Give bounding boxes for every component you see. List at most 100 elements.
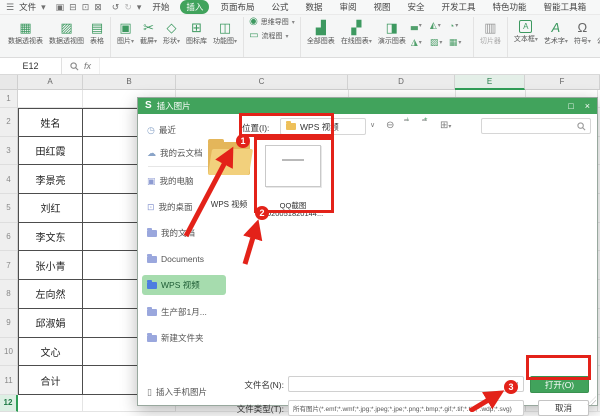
sidebar-item-new-folder[interactable]: 新建文件夹 (142, 328, 226, 348)
pivot-table-button[interactable]: ▦ 数据透视表 (5, 17, 46, 46)
save-icon[interactable]: ▣ (56, 2, 65, 12)
row-header[interactable]: 10 (0, 338, 18, 367)
row-header[interactable]: 4 (0, 165, 18, 194)
location-chevron-icon[interactable]: ∨ (370, 121, 375, 129)
flowchart-button[interactable]: ▭ 流程图▾ (249, 31, 295, 41)
pivot-chart-button[interactable]: ▨ 数据透视图 (46, 17, 87, 46)
filetype-input[interactable]: 所有图片(*.emf;*.wmf;*.jpg;*.jpeg;*.jpe;*.pn… (288, 400, 524, 416)
tab-smart-toolbox[interactable]: 智能工具箱 (538, 0, 593, 14)
undo-icon[interactable]: ↺ (112, 2, 120, 12)
tab-review[interactable]: 审阅 (333, 0, 362, 14)
cell[interactable] (18, 395, 83, 412)
cell[interactable]: 李文东 (18, 223, 83, 252)
tab-data[interactable]: 数据 (299, 0, 328, 14)
close-icon[interactable]: × (585, 102, 590, 111)
mindmap-button[interactable]: ◉ 思维导图▾ (249, 17, 295, 27)
area-chart-icon[interactable]: ◮▾ (411, 34, 430, 51)
row-header-selected[interactable]: 12 (0, 395, 18, 412)
row-header[interactable]: 6 (0, 223, 18, 252)
open-button[interactable]: 打开(O) (530, 376, 589, 393)
pie-chart-icon[interactable]: ◔▾ (449, 17, 468, 34)
cell[interactable]: 文心 (18, 338, 83, 367)
picture-button[interactable]: ▣ 图片▾ (114, 17, 137, 46)
cell[interactable]: 田红霞 (18, 137, 83, 166)
redo-icon[interactable]: ↻ (124, 2, 132, 12)
resize-grip[interactable] (587, 396, 596, 405)
dialog-title-bar[interactable]: S 插入图片 □ × (138, 98, 597, 114)
tab-special-features[interactable]: 特色功能 (487, 0, 533, 14)
name-box[interactable]: E12 (0, 58, 62, 74)
location-dropdown[interactable]: WPS 视频 (280, 118, 366, 135)
file-menu[interactable]: 文件 (19, 1, 36, 13)
screenshot-button[interactable]: ✂ 截屏▾ (137, 17, 160, 46)
tab-formulas[interactable]: 公式 (265, 0, 294, 14)
column-header-c[interactable]: C (176, 75, 348, 90)
maximize-icon[interactable]: □ (568, 102, 573, 111)
row-header[interactable]: 2 (0, 108, 18, 137)
formula-input[interactable] (100, 58, 600, 74)
slicer-button[interactable]: ▥ 切片器 (477, 17, 504, 46)
combo-chart-icon[interactable]: ▦▾ (449, 34, 468, 51)
sidebar-item-recent[interactable]: ◷最近 (142, 120, 226, 140)
all-charts-button[interactable]: ▟ 全部图表 (304, 17, 338, 46)
magnifier-icon[interactable] (70, 62, 79, 71)
tab-home[interactable]: 开始 (146, 0, 175, 14)
row-header[interactable]: 9 (0, 309, 18, 338)
sidebar-item-production-jan[interactable]: 生产部1月... (142, 302, 226, 322)
column-header-e[interactable]: E (455, 75, 525, 90)
line-chart-icon[interactable]: ◭▾ (430, 17, 449, 34)
row-header[interactable]: 8 (0, 280, 18, 309)
row-header[interactable]: 11 (0, 366, 18, 395)
presentation-charts-button[interactable]: ◨ 演示图表 (375, 17, 409, 46)
row-header[interactable]: 7 (0, 251, 18, 280)
folder-file-label[interactable]: WPS 视频 (198, 199, 260, 210)
textbox-button[interactable]: A 文本框▾ (511, 17, 541, 44)
sidebar-item-wps-video[interactable]: WPS 视频 (142, 275, 226, 295)
tab-view[interactable]: 视图 (368, 0, 397, 14)
shapes-button[interactable]: ◇ 形状▾ (160, 17, 183, 46)
fx-icon[interactable]: fx (84, 61, 91, 71)
tab-insert[interactable]: 插入 (180, 0, 209, 14)
print-icon[interactable]: ⊟ (69, 2, 77, 12)
tab-developer[interactable]: 开发工具 (436, 0, 482, 14)
online-charts-button[interactable]: ▞ 在线图表▾ (338, 17, 375, 46)
chevron-down-icon[interactable]: ▾ (41, 2, 46, 12)
function-diagram-button[interactable]: ◫ 功能图▾ (210, 17, 240, 46)
back-icon[interactable]: ⊖ (386, 120, 394, 131)
select-all-corner[interactable] (0, 75, 18, 90)
hamburger-menu-icon[interactable]: ☰ (6, 2, 14, 12)
column-header-f[interactable]: F (525, 75, 600, 90)
tab-security[interactable]: 安全 (402, 0, 431, 14)
column-header-b[interactable]: B (83, 75, 176, 90)
cell[interactable]: 左向然 (18, 280, 83, 309)
view-options-icon[interactable]: ⊞▾ (440, 120, 451, 131)
column-header-a[interactable]: A (18, 75, 83, 90)
wordart-button[interactable]: A 艺术字▾ (541, 17, 571, 46)
cancel-button[interactable]: 取消 (538, 400, 589, 416)
cell[interactable]: 邱淑娟 (18, 309, 83, 338)
dialog-search-input[interactable] (481, 118, 591, 134)
table-button[interactable]: ▤ 表格 (87, 17, 107, 46)
sidebar-item-documents[interactable]: Documents (142, 249, 226, 269)
bar-chart-icon[interactable]: ▃▾ (411, 17, 430, 34)
scatter-chart-icon[interactable]: ▨▾ (430, 34, 449, 51)
tab-page-layout[interactable]: 页面布局 (214, 0, 260, 14)
cell[interactable]: 合计 (18, 366, 83, 395)
row-header[interactable]: 5 (0, 194, 18, 223)
row-header[interactable]: 3 (0, 137, 18, 166)
cell[interactable]: 刘红 (18, 194, 83, 223)
row-header[interactable]: 1 (0, 90, 18, 108)
equation-button[interactable]: π 公式▾ (594, 17, 600, 46)
export-icon[interactable]: ⊠ (94, 2, 102, 12)
print-preview-icon[interactable]: ⊡ (82, 2, 90, 12)
sidebar-item-my-documents[interactable]: 我的文档 (142, 223, 226, 243)
symbol-button[interactable]: Ω 符号▾ (571, 17, 594, 46)
cell[interactable]: 张小青 (18, 251, 83, 280)
filename-input[interactable]: ∨ (288, 376, 524, 392)
file-item-qq-screenshot[interactable] (265, 145, 321, 187)
toolbar-more-icon[interactable]: ▾ (137, 2, 142, 12)
column-header-d[interactable]: D (348, 75, 455, 90)
icon-library-button[interactable]: ⊞ 图标库 (183, 17, 210, 46)
cell[interactable]: 姓名 (18, 108, 83, 137)
cell[interactable]: 李景亮 (18, 165, 83, 194)
